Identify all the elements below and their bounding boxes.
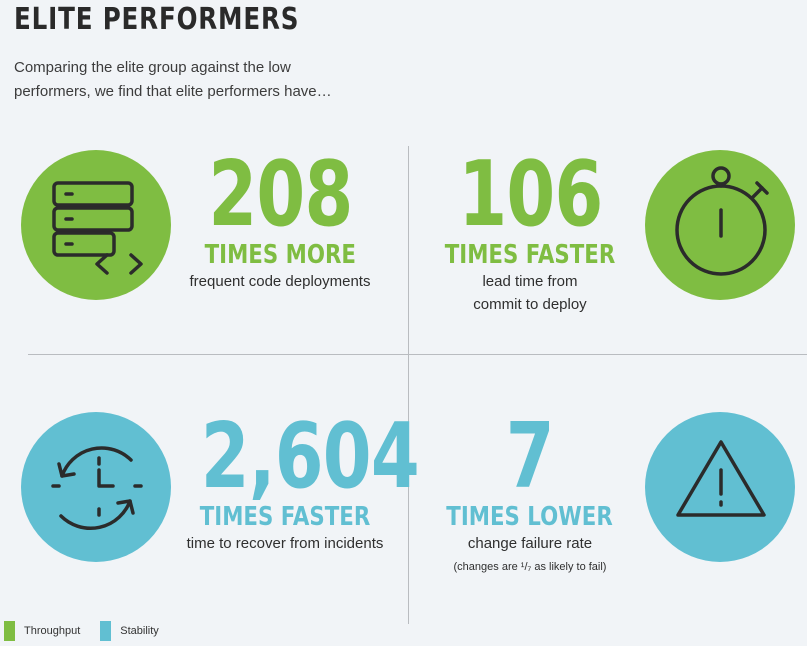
stat-desc-line: frequent code deployments <box>189 273 371 290</box>
legend: Throughput Stability <box>4 621 179 641</box>
legend-swatch <box>100 621 112 641</box>
stat-unit: TIMES LOWER <box>446 502 614 532</box>
intro-text: Comparing the elite group against the lo… <box>14 59 332 100</box>
page-title: ELITE PERFORMERS <box>14 2 300 37</box>
stat-deployments: 208 TIMES MORE frequent code deployments <box>175 150 385 293</box>
stat-note: (changes are ¹/₇ as likely to fail) <box>453 561 607 573</box>
stat-lead-time: 106 TIMES FASTER lead time from commit t… <box>425 150 635 316</box>
server-code-icon <box>21 150 171 300</box>
vertical-divider <box>408 146 409 624</box>
legend-label: Stability <box>120 625 159 637</box>
stat-failure-rate: 7 TIMES LOWER change failure rate (chang… <box>425 412 635 575</box>
stat-desc-line: commit to deploy <box>473 296 587 313</box>
stat-value: 7 <box>505 404 555 509</box>
clock-recover-icon <box>21 412 171 562</box>
legend-label: Throughput <box>24 625 81 637</box>
stat-desc-line: time to recover from incidents <box>186 535 384 552</box>
legend-swatch <box>4 621 15 641</box>
stat-recovery: 2,604 TIMES FASTER time to recover from … <box>170 412 420 555</box>
stopwatch-icon <box>645 150 795 300</box>
stat-value: 208 <box>207 142 353 247</box>
horizontal-divider <box>28 354 807 355</box>
stat-unit: TIMES MORE <box>204 240 356 270</box>
warning-icon <box>645 412 795 562</box>
stat-unit: TIMES FASTER <box>199 502 371 532</box>
stat-value: 2,604 <box>200 404 420 509</box>
stat-value: 106 <box>457 142 603 247</box>
stat-desc-line: change failure rate <box>467 535 593 552</box>
stat-unit: TIMES FASTER <box>444 240 616 270</box>
legend-item-throughput: Throughput <box>4 621 80 641</box>
legend-item-stability: Stability <box>100 621 159 641</box>
stat-desc-line: lead time from <box>482 273 578 290</box>
